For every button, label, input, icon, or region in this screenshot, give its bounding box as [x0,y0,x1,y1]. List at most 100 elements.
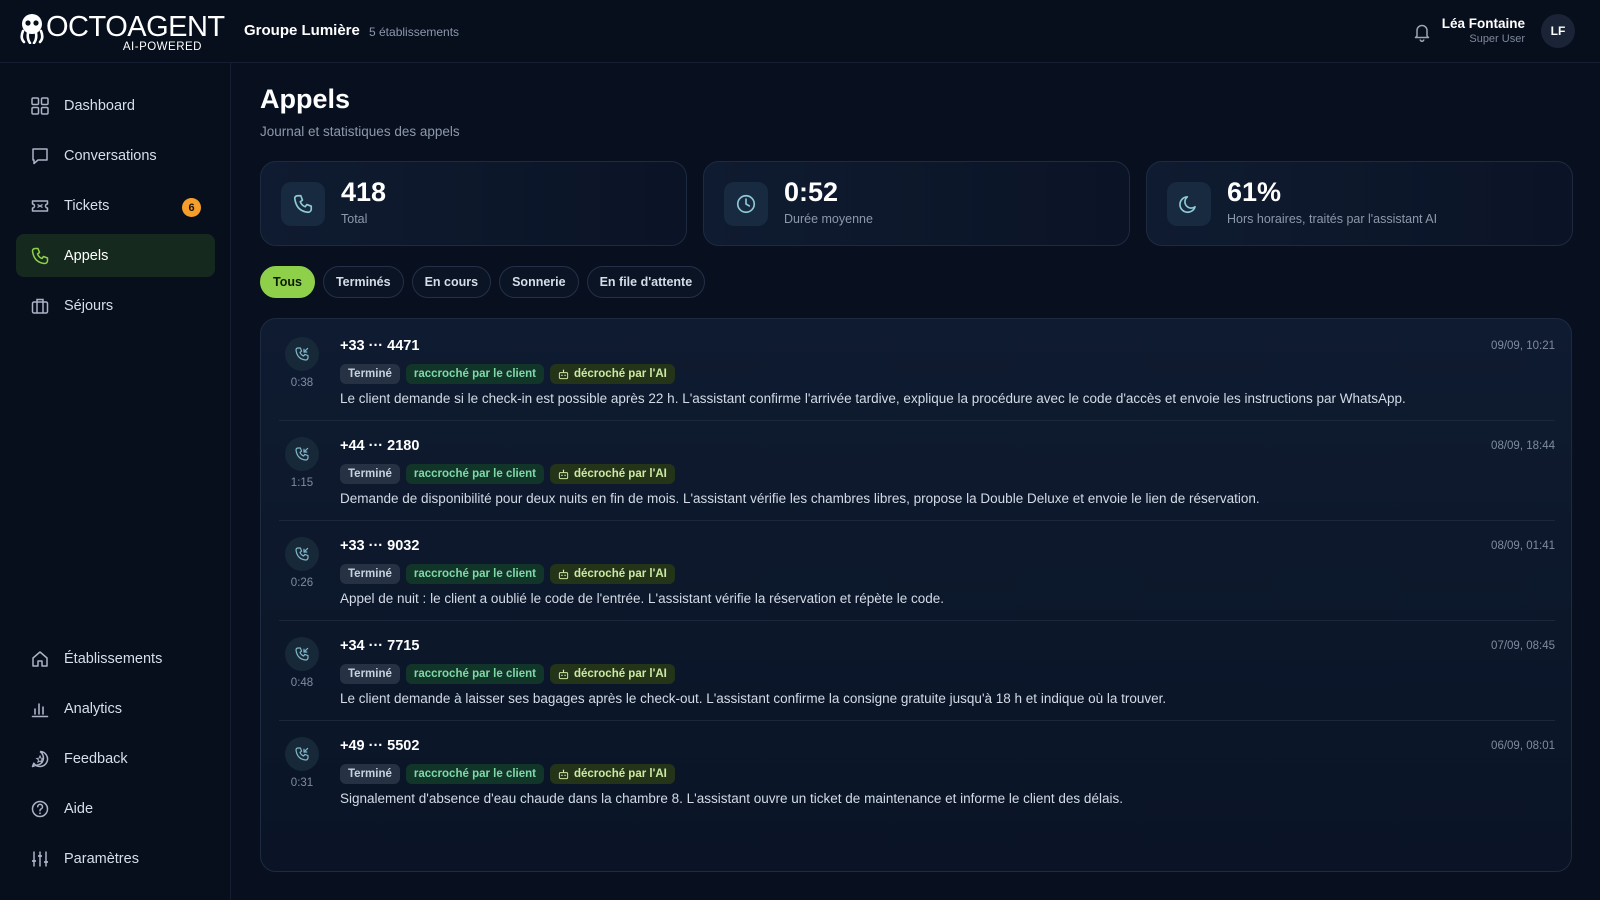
sidebar-item-analytics[interactable]: Analytics [16,687,215,730]
suitcase-icon [31,298,49,314]
sidebar-item-tickets[interactable]: Tickets 6 [16,184,215,227]
sidebar-item-appels[interactable]: Appels [16,234,215,277]
call-icon-circle [285,637,319,671]
user-name[interactable]: Léa Fontaine [1442,16,1525,31]
call-duration: 1:15 [290,477,314,489]
call-summary: Le client demande à laisser ses bagages … [340,691,1167,706]
robot-icon [558,669,569,679]
call-phone-number: +33 ··· 4471 [340,338,420,354]
call-duration: 0:38 [290,377,314,389]
sidebar-item-feedback[interactable]: Feedback [16,737,215,780]
sliders-icon [32,851,48,866]
ai-badge-label: décroché par l'AI [573,568,667,580]
call-date: 07/09, 08:45 [1491,640,1555,652]
bell-icon[interactable] [1413,22,1431,42]
grid-icon [31,96,49,115]
phone-icon [31,247,49,264]
call-tags: Terminé raccroché par le client décroché… [340,664,675,684]
sidebar: Dashboard Conversations Tickets 6 Appels… [0,63,231,900]
filter-sonnerie[interactable]: Sonnerie [499,266,579,298]
hangup-badge: raccroché par le client [405,564,544,584]
hangup-badge: raccroché par le client [405,464,544,484]
octopus-icon [20,14,44,44]
sidebar-item-label: Analytics [64,700,123,717]
stat-icon-box [281,182,325,226]
call-row[interactable]: 1:15 +44 ··· 2180 08/09, 18:44 Terminé r… [279,419,1555,521]
call-row[interactable]: 0:38 +33 ··· 4471 09/09, 10:21 Terminé r… [279,319,1555,421]
stat-card-total: 418 Total [260,161,687,246]
stat-label: Hors horaires, traités par l'assistant A… [1227,212,1438,226]
call-row[interactable]: 0:31 +49 ··· 5502 06/09, 08:01 Terminé r… [279,719,1555,821]
call-icon-circle [285,537,319,571]
sidebar-item-label: Paramètres [64,850,139,867]
clock-icon [736,194,756,214]
feedback-icon [31,750,49,767]
ai-badge: décroché par l'AI [549,464,675,484]
call-date: 08/09, 18:44 [1491,440,1555,452]
ai-badge: décroché par l'AI [549,764,675,784]
call-row[interactable]: 0:26 +33 ··· 9032 08/09, 01:41 Terminé r… [279,519,1555,621]
sidebar-item-label: Feedback [64,750,128,767]
sidebar-item-label: Séjours [64,297,114,314]
incoming-call-icon [295,647,309,661]
call-phone-number: +44 ··· 2180 [340,438,420,454]
incoming-call-icon [295,747,309,761]
call-phone-number: +34 ··· 7715 [340,638,420,654]
status-badge: Terminé [340,664,400,684]
status-badge: Terminé [340,764,400,784]
sidebar-item-label: Tickets [64,197,110,214]
call-phone-number: +33 ··· 9032 [340,538,420,554]
call-icon-circle [285,737,319,771]
ai-badge-label: décroché par l'AI [573,768,667,780]
sidebar-item-conversations[interactable]: Conversations [16,134,215,177]
page-subtitle: Journal et statistiques des appels [260,124,460,139]
stat-icon-box [724,182,768,226]
filter-tous[interactable]: Tous [260,266,315,298]
filter-en-cours[interactable]: En cours [411,266,492,298]
sidebar-item-label: Dashboard [64,97,135,114]
stat-card-after-hours: 61% Hors horaires, traités par l'assista… [1146,161,1573,246]
call-tags: Terminé raccroché par le client décroché… [340,764,675,784]
ai-badge-label: décroché par l'AI [573,468,667,480]
organization-name[interactable]: Groupe Lumière [244,22,360,39]
call-summary: Appel de nuit : le client a oublié le co… [340,591,945,606]
call-tags: Terminé raccroché par le client décroché… [340,464,675,484]
call-duration: 0:31 [290,777,314,789]
top-header: OCTOAGENT AI-POWERED Groupe Lumière 5 ét… [0,0,1600,63]
filter-en-file-d-attente[interactable]: En file d'attente [586,266,706,298]
call-icon-circle [285,437,319,471]
call-row[interactable]: 0:48 +34 ··· 7715 07/09, 08:45 Terminé r… [279,619,1555,721]
sidebar-item-dashboard[interactable]: Dashboard [16,84,215,127]
stat-value: 61% [1227,177,1282,207]
call-duration: 0:48 [290,677,314,689]
robot-icon [558,369,569,379]
sidebar-item-label: Appels [64,247,109,264]
stat-value: 0:52 [784,177,839,207]
incoming-call-icon [295,347,309,361]
avatar[interactable]: LF [1541,14,1575,48]
help-icon [31,800,49,817]
sidebar-item-sejours[interactable]: Séjours [16,284,215,327]
call-tags: Terminé raccroché par le client décroché… [340,564,675,584]
sidebar-item-etablissements[interactable]: Établissements [16,637,215,680]
robot-icon [558,769,569,779]
stat-label: Total [341,212,368,226]
page-title: Appels [260,84,351,114]
sidebar-item-aide[interactable]: Aide [16,787,215,830]
stat-label: Durée moyenne [784,212,873,226]
app-logo[interactable]: OCTOAGENT AI-POWERED [18,10,225,54]
robot-icon [558,569,569,579]
ai-badge: décroché par l'AI [549,664,675,684]
status-filter-tabs: Tous Terminés En cours Sonnerie En file … [260,266,706,298]
call-summary: Signalement d'absence d'eau chaude dans … [340,791,1123,806]
moon-icon [1179,196,1196,214]
sidebar-item-parametres[interactable]: Paramètres [16,837,215,880]
ai-badge-label: décroché par l'AI [573,668,667,680]
organization-count: 5 établissements [369,25,460,39]
stat-card-average-duration: 0:52 Durée moyenne [703,161,1130,246]
filter-termines[interactable]: Terminés [322,266,404,298]
hangup-badge: raccroché par le client [405,364,544,384]
call-date: 06/09, 08:01 [1491,740,1555,752]
home-icon [32,650,48,667]
status-badge: Terminé [340,464,400,484]
